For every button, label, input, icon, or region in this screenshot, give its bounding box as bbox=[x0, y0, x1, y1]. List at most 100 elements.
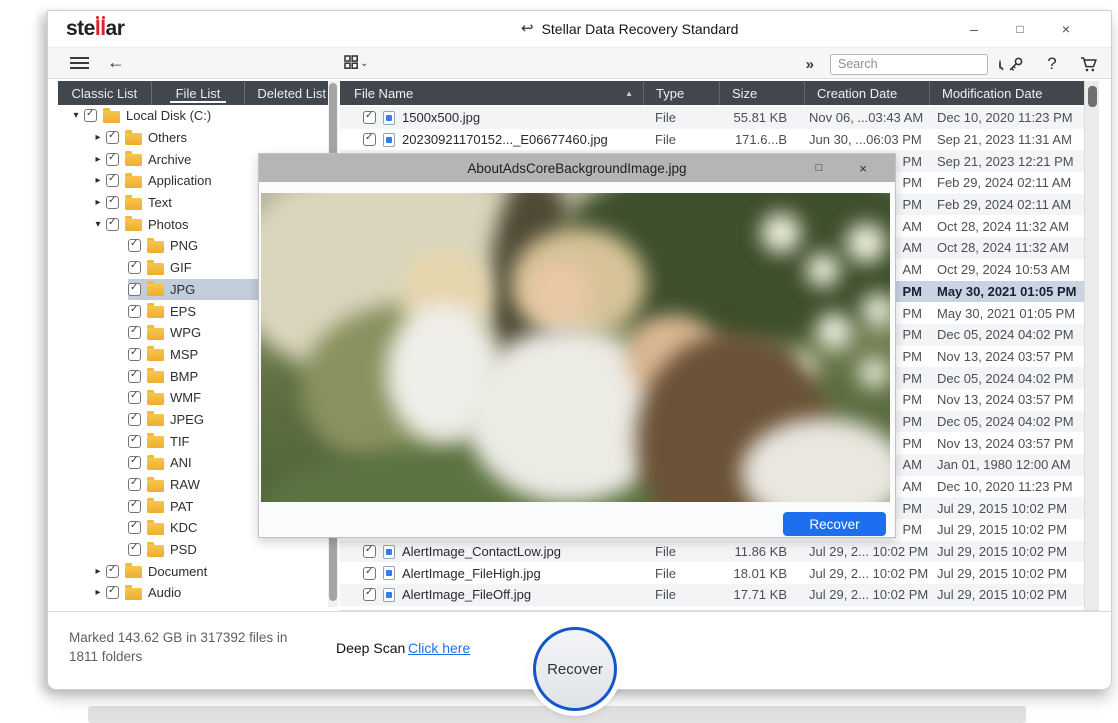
back-arrow-icon[interactable]: ← bbox=[107, 53, 125, 71]
deep-scan-link[interactable]: Click here bbox=[408, 640, 470, 656]
checkbox[interactable] bbox=[128, 413, 141, 426]
checkbox[interactable] bbox=[128, 326, 141, 339]
tab-file-list[interactable]: File List bbox=[152, 81, 246, 105]
file-list-scrollbar[interactable] bbox=[1084, 81, 1099, 610]
checkbox[interactable] bbox=[128, 478, 141, 491]
preview-recover-button[interactable]: Recover bbox=[783, 512, 886, 536]
tree-item-label: Text bbox=[148, 195, 172, 210]
checkbox[interactable] bbox=[106, 196, 119, 209]
modification-date-cell: Jul 29, 2015 10:02 PM bbox=[929, 544, 1084, 559]
tree-expand-right-icon[interactable]: ▸ bbox=[90, 587, 106, 598]
column-header-file-name[interactable]: File Name▲ bbox=[340, 81, 643, 105]
tree-expand-right-icon[interactable]: ▸ bbox=[90, 154, 106, 165]
tree-expand-down-icon[interactable]: ▾ bbox=[90, 219, 106, 230]
folder-icon bbox=[125, 133, 142, 145]
activation-key-icon[interactable] bbox=[1005, 56, 1025, 73]
tree-expand-down-icon[interactable]: ▾ bbox=[68, 110, 84, 121]
checkbox[interactable] bbox=[128, 543, 141, 556]
file-name-text: AlertImage_ContactLow.jpg bbox=[402, 544, 561, 559]
preview-maximize-button[interactable]: □ bbox=[797, 162, 841, 174]
deep-scan-label: Deep Scan bbox=[336, 640, 405, 656]
search-input[interactable] bbox=[838, 57, 999, 71]
checkbox[interactable] bbox=[128, 391, 141, 404]
checkbox[interactable] bbox=[128, 348, 141, 361]
column-header-size[interactable]: Size bbox=[719, 81, 804, 105]
checkbox[interactable] bbox=[106, 174, 119, 187]
checkbox[interactable] bbox=[363, 133, 376, 146]
checkbox[interactable] bbox=[128, 456, 141, 469]
checkbox[interactable] bbox=[128, 370, 141, 383]
checkbox[interactable] bbox=[128, 239, 141, 252]
preview-close-button[interactable]: × bbox=[841, 161, 885, 176]
table-row[interactable]: 20230921170152..._E06677460.jpgFile171.6… bbox=[340, 129, 1084, 151]
tree-item-content: Others bbox=[106, 127, 310, 149]
checkbox[interactable] bbox=[128, 305, 141, 318]
modification-date-cell: May 30, 2021 01:05 PM bbox=[929, 306, 1084, 321]
search-box[interactable] bbox=[830, 54, 988, 75]
checkbox[interactable] bbox=[84, 109, 97, 122]
tree-item-label: Archive bbox=[148, 152, 191, 167]
folder-icon bbox=[147, 436, 164, 448]
tree-expand-right-icon[interactable]: ▸ bbox=[90, 175, 106, 186]
tree-item-label: Document bbox=[148, 564, 207, 579]
checkbox[interactable] bbox=[106, 153, 119, 166]
table-row[interactable]: AlertImage_ContactLow.jpgFile11.86 KBJul… bbox=[340, 541, 1084, 563]
checkbox[interactable] bbox=[363, 545, 376, 558]
tree-expand-right-icon[interactable]: ▸ bbox=[90, 132, 106, 143]
checkbox[interactable] bbox=[363, 567, 376, 580]
checkbox[interactable] bbox=[128, 500, 141, 513]
folder-icon bbox=[147, 328, 164, 340]
image-file-icon bbox=[383, 588, 395, 602]
column-header-modification-date[interactable]: Modification Date bbox=[929, 81, 1084, 105]
checkbox[interactable] bbox=[106, 586, 119, 599]
recover-button[interactable]: Recover bbox=[533, 627, 617, 711]
tab-deleted-list[interactable]: Deleted List bbox=[245, 81, 338, 105]
tree-item-psd[interactable]: PSD bbox=[58, 539, 338, 561]
close-button[interactable]: × bbox=[1043, 21, 1089, 37]
tree-item-others[interactable]: ▸Others bbox=[58, 127, 338, 149]
column-label: Type bbox=[656, 86, 684, 101]
app-title-text: Stellar Data Recovery Standard bbox=[542, 21, 739, 37]
checkbox[interactable] bbox=[128, 435, 141, 448]
table-row[interactable]: 1500x500.jpgFile55.81 KBNov 06, ...03:43… bbox=[340, 107, 1084, 129]
folder-icon bbox=[147, 545, 164, 557]
folder-icon bbox=[125, 219, 142, 231]
tree-item-local-disk-c[interactable]: ▾Local Disk (C:) bbox=[58, 105, 338, 127]
modification-date-cell: Sep 21, 2023 12:21 PM bbox=[929, 154, 1084, 169]
chevron-down-icon: ⌄ bbox=[360, 58, 368, 69]
help-icon[interactable]: ? bbox=[1042, 54, 1062, 74]
table-row[interactable]: AlertImage_FileOff.jpgFile17.71 KBJul 29… bbox=[340, 584, 1084, 606]
modification-date-cell: Dec 05, 2024 04:02 PM bbox=[929, 414, 1084, 429]
view-switcher-icon[interactable]: ⌄ bbox=[344, 55, 368, 69]
minimize-button[interactable]: – bbox=[951, 21, 997, 37]
menu-icon[interactable] bbox=[70, 57, 89, 70]
checkbox[interactable] bbox=[106, 131, 119, 144]
overflow-chevrons-icon[interactable]: » bbox=[806, 56, 813, 73]
tree-item-audio[interactable]: ▸Audio bbox=[58, 582, 338, 604]
cart-icon[interactable] bbox=[1079, 56, 1099, 73]
preview-title-bar[interactable]: AboutAdsCoreBackgroundImage.jpg □ × bbox=[259, 154, 895, 182]
column-label: Modification Date bbox=[942, 86, 1042, 101]
maximize-button[interactable]: □ bbox=[997, 22, 1043, 36]
checkbox[interactable] bbox=[363, 111, 376, 124]
folder-icon bbox=[125, 154, 142, 166]
photo-blob bbox=[861, 293, 890, 327]
tree-item-document[interactable]: ▸ Document bbox=[58, 560, 338, 582]
file-list-scrollbar-thumb[interactable] bbox=[1088, 86, 1097, 107]
tab-classic-list[interactable]: Classic List bbox=[58, 81, 152, 105]
tree-expand-right-icon[interactable]: ▸ bbox=[90, 197, 106, 208]
table-row[interactable]: AlertImage_FileHigh.jpgFile18.01 KBJul 2… bbox=[340, 562, 1084, 584]
checkbox[interactable] bbox=[128, 521, 141, 534]
checkbox[interactable] bbox=[128, 283, 141, 296]
modification-date-cell: Nov 13, 2024 03:57 PM bbox=[929, 392, 1084, 407]
checkbox[interactable] bbox=[106, 218, 119, 231]
file-size-cell: 17.71 KB bbox=[719, 587, 804, 602]
tree-expand-right-icon[interactable]: ▸ bbox=[90, 566, 106, 577]
checkbox[interactable] bbox=[106, 565, 119, 578]
column-header-creation-date[interactable]: Creation Date bbox=[804, 81, 929, 105]
toolbar-right: » ? bbox=[806, 48, 1099, 80]
column-header-type[interactable]: Type bbox=[643, 81, 719, 105]
checkbox[interactable] bbox=[363, 588, 376, 601]
checkbox[interactable] bbox=[128, 261, 141, 274]
modification-date-cell: Jul 29, 2015 10:02 PM bbox=[929, 522, 1084, 537]
